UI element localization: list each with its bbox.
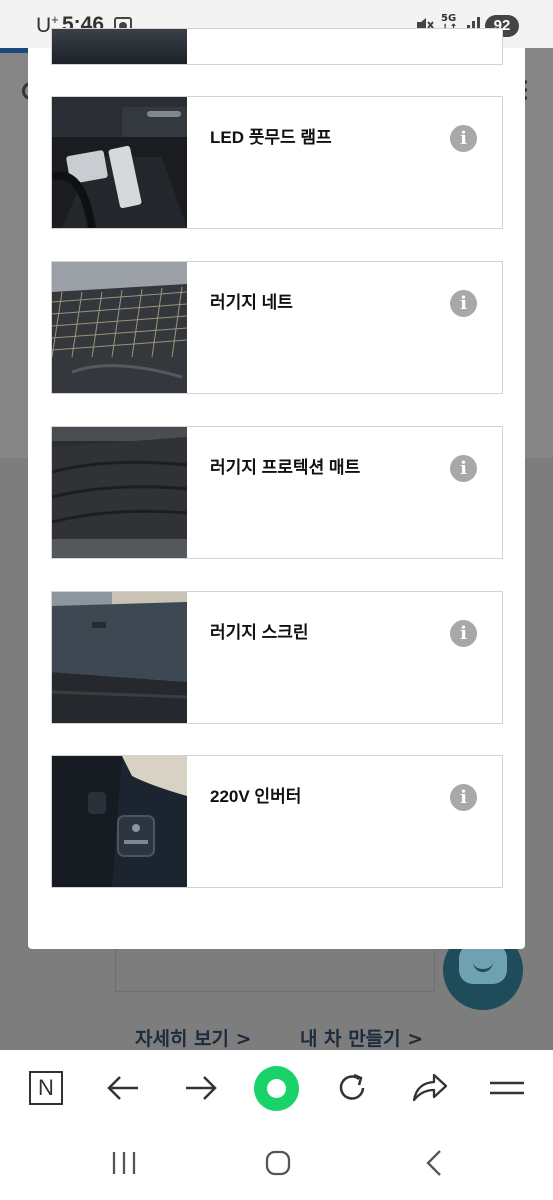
menu-icon[interactable] — [489, 1078, 525, 1098]
inverter-thumbnail — [52, 756, 187, 887]
foot-mood-lamp-thumbnail — [52, 97, 187, 228]
accessory-name: 러기지 스크린 — [210, 623, 309, 642]
luggage-mat-thumbnail — [52, 427, 187, 558]
details-link[interactable]: 자세히 보기 > — [135, 1024, 252, 1051]
browser-toolbar: N — [0, 1050, 553, 1126]
luggage-screen-thumbnail — [52, 592, 187, 723]
back-arrow-icon[interactable] — [106, 1074, 140, 1102]
green-dot-icon[interactable] — [254, 1066, 299, 1111]
info-icon[interactable]: i — [450, 455, 477, 482]
system-nav-bar — [0, 1126, 553, 1200]
info-icon[interactable]: i — [450, 784, 477, 811]
accessory-card[interactable]: 러기지 네트 i — [51, 261, 503, 394]
accessory-name: 220V 인버터 — [210, 787, 302, 806]
accessory-name: 러기지 네트 — [210, 293, 293, 312]
accessory-card[interactable]: 러기지 스크린 i — [51, 591, 503, 724]
accessory-name: 러기지 프로텍션 매트 — [210, 458, 361, 477]
accessory-card[interactable]: 러기지 프로텍션 매트 i — [51, 426, 503, 559]
accessory-card[interactable]: 220V 인버터 i — [51, 755, 503, 888]
accessory-card-partial[interactable] — [51, 28, 503, 65]
info-icon[interactable]: i — [450, 620, 477, 647]
info-icon[interactable]: i — [450, 125, 477, 152]
partial-thumbnail — [52, 29, 187, 64]
home-icon[interactable] — [264, 1149, 292, 1177]
forward-arrow-icon[interactable] — [184, 1074, 218, 1102]
build-my-car-link[interactable]: 내 차 만들기 > — [300, 1024, 423, 1051]
accessory-modal: LED 풋무드 램프 i 러기지 네트 i 러기지 프로텍션 매트 i 러기지 … — [28, 28, 525, 949]
accessory-card[interactable]: LED 풋무드 램프 i — [51, 96, 503, 229]
luggage-net-thumbnail — [52, 262, 187, 393]
back-icon[interactable] — [422, 1149, 446, 1177]
recent-apps-icon[interactable] — [111, 1150, 137, 1176]
info-icon[interactable]: i — [450, 290, 477, 317]
naver-home-icon[interactable]: N — [29, 1071, 63, 1105]
refresh-icon[interactable] — [335, 1071, 369, 1105]
accessory-name: LED 풋무드 램프 — [210, 128, 332, 147]
share-icon[interactable] — [412, 1072, 448, 1104]
